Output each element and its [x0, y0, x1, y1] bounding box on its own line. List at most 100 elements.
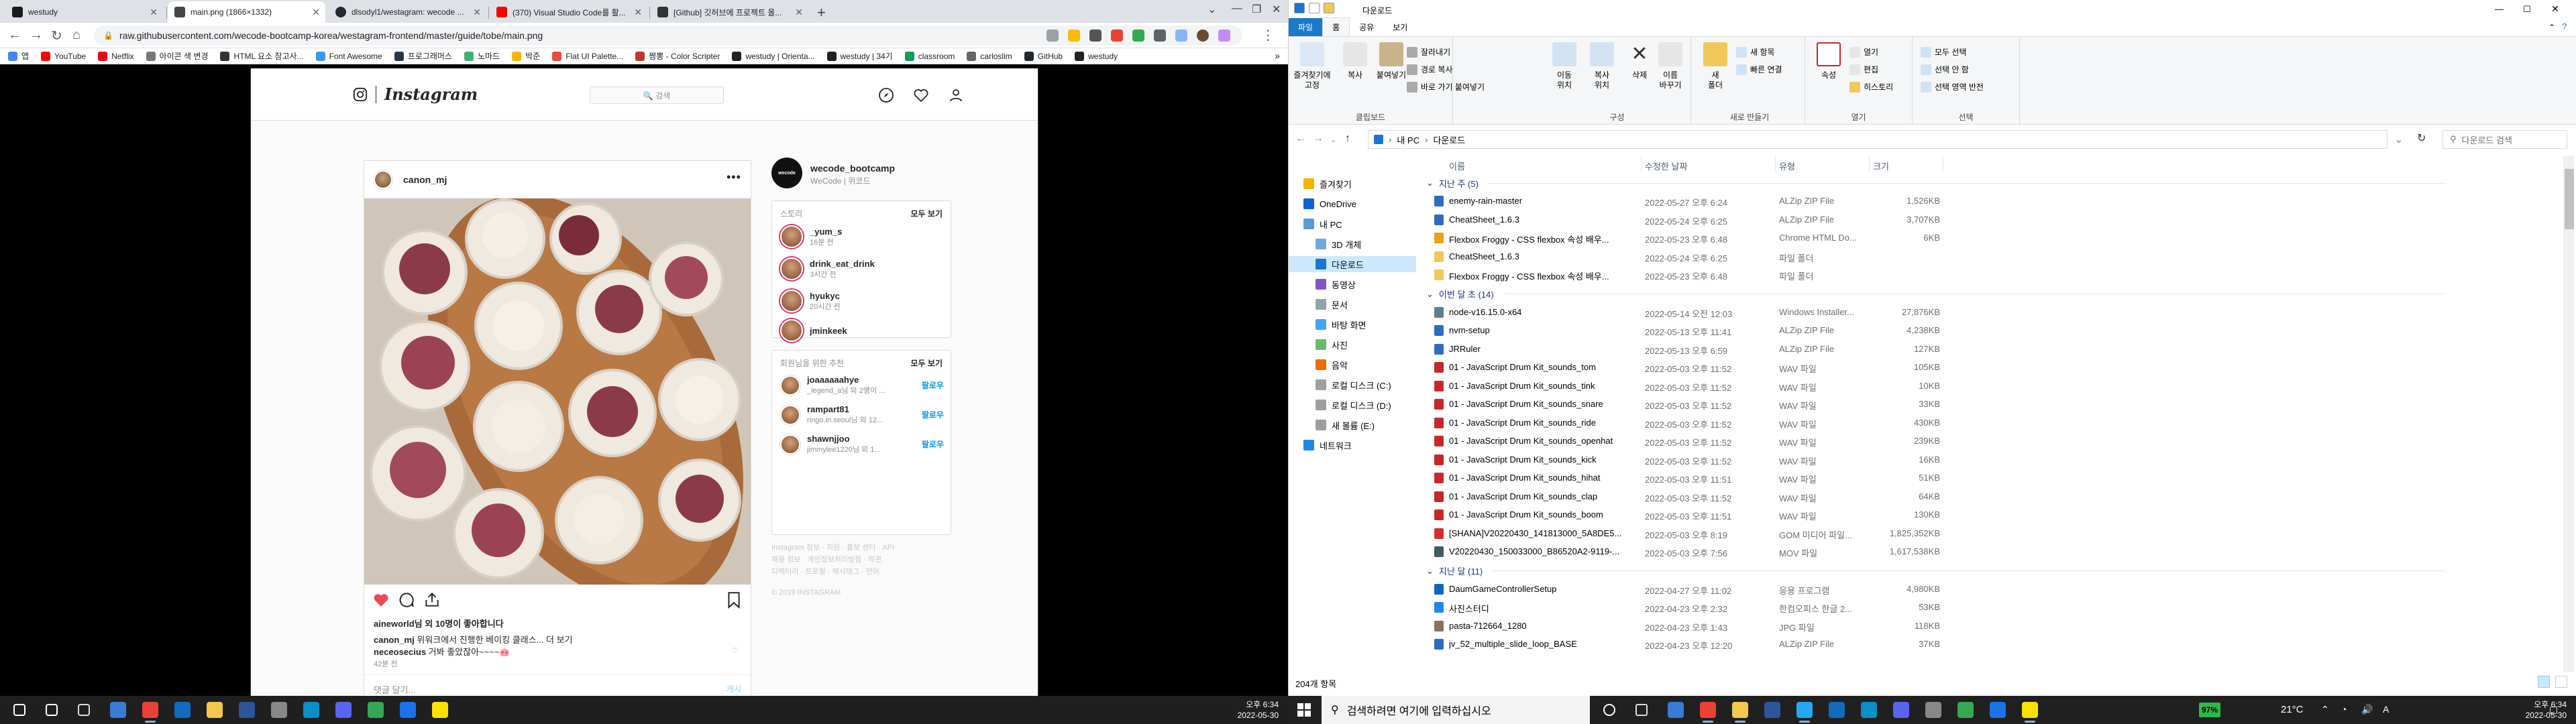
file-row[interactable]: [SHANA]V20220430_141813000_5A8DE5... 2022…	[1426, 524, 2446, 542]
explore-compass-icon[interactable]	[878, 87, 894, 103]
maps-icon[interactable]	[1990, 702, 2006, 718]
nav-item[interactable]: 3D 개체	[1289, 236, 1416, 252]
footer-line[interactable]: 채용 정보 · 개인정보처리방침 · 약관 ·	[771, 554, 939, 566]
copy-to-button[interactable]: 복사 위치	[1581, 42, 1623, 90]
nav-item[interactable]: 문서	[1289, 296, 1416, 312]
volume-icon[interactable]: 🔊	[2361, 704, 2373, 715]
browser-tab[interactable]: [Github] 깃허브에 프로젝트 올... ✕	[651, 1, 808, 23]
browser-tab[interactable]: (370) Visual Studio Code를 활... ✕	[490, 1, 647, 23]
close-window-button[interactable]: ✕	[2551, 3, 2559, 15]
bookmark-item[interactable]: 아이콘 색 변경	[146, 50, 208, 62]
home-icon[interactable]: ⌂	[72, 27, 80, 43]
nav-item[interactable]: 음악	[1289, 357, 1416, 373]
suggestion-username[interactable]: shawnjjoo	[807, 434, 915, 444]
restore-button[interactable]: ❐	[1252, 3, 1261, 16]
forward-arrow-icon[interactable]: →	[30, 27, 43, 43]
kakao-icon[interactable]	[432, 702, 448, 718]
settings-icon[interactable]	[1925, 702, 1941, 718]
forward-arrow-icon[interactable]: →	[1313, 133, 1324, 145]
column-date[interactable]: 수정한 날짜	[1645, 160, 1687, 172]
nav-item[interactable]: 바탕 화면	[1289, 316, 1416, 333]
column-divider[interactable]	[1775, 157, 1776, 172]
details-view-icon[interactable]	[2538, 676, 2550, 688]
nav-item[interactable]: 동영상	[1289, 276, 1416, 292]
bookmark-star-icon[interactable]	[1068, 29, 1080, 42]
close-tab-icon[interactable]: ✕	[473, 7, 481, 18]
column-size[interactable]: 크기	[1873, 160, 1889, 172]
more-options-icon[interactable]: •••	[727, 170, 741, 184]
chrome2-icon[interactable]	[368, 702, 384, 718]
browser-tab-active[interactable]: main.png (1866×1332) ✕	[168, 1, 325, 23]
comment-like-icon[interactable]: ♡	[732, 646, 739, 655]
back-arrow-icon[interactable]: ←	[8, 27, 21, 43]
cortana-icon[interactable]	[1603, 704, 1615, 716]
edit-button[interactable]: 편집	[1849, 64, 1878, 75]
task-view-icon[interactable]	[78, 704, 90, 716]
ig-logo[interactable]: Instagram	[353, 84, 478, 104]
chrome-icon[interactable]	[1700, 702, 1716, 723]
nav-item[interactable]: 사진	[1289, 337, 1416, 353]
extension-icon[interactable]	[1218, 29, 1230, 42]
comment-username[interactable]: neceosecius	[374, 647, 426, 657]
nav-item[interactable]: 즐겨찾기	[1289, 176, 1416, 192]
nav-item[interactable]: 다운로드	[1289, 256, 1416, 272]
breadcrumb-downloads[interactable]: 다운로드	[1433, 133, 1465, 146]
history-button[interactable]: 히스토리	[1849, 81, 1893, 93]
column-type[interactable]: 유형	[1779, 160, 1795, 172]
close-tab-icon[interactable]: ✕	[634, 7, 642, 18]
tab-file[interactable]: 파일	[1289, 18, 1323, 36]
vscode-mini-icon[interactable]	[110, 702, 126, 718]
profile-name[interactable]: wecode_bootcamp	[810, 163, 895, 174]
browser-tab[interactable]: westudy ✕	[5, 1, 163, 23]
edge-icon[interactable]	[1861, 702, 1877, 718]
post-username[interactable]: canon_mj	[403, 174, 447, 185]
up-arrow-icon[interactable]: ↑	[1345, 133, 1350, 145]
folder-icon[interactable]	[1294, 3, 1305, 13]
file-row[interactable]: DaumGameControllerSetup 2022-04-27 오후 11:…	[1426, 580, 2446, 598]
explorer-icon[interactable]	[207, 702, 223, 718]
footer-line[interactable]: Instagram 정보 · 지원 · 홍보 센터 · API ·	[771, 542, 939, 554]
likes-count[interactable]: aineworld님 외 10명이 좋아합니다	[374, 617, 504, 629]
move-to-button[interactable]: 이동 위치	[1544, 42, 1585, 90]
file-row[interactable]: node-v16.15.0-x64 2022-05-14 오전 12:03 Wind…	[1426, 303, 2446, 321]
cut-button[interactable]: 잘라내기	[1407, 46, 1450, 58]
search-icon[interactable]	[46, 704, 58, 716]
profile-avatar[interactable]	[1197, 29, 1209, 42]
file-group-header[interactable]: ⌄ 지난 주 (5)	[1426, 176, 2446, 190]
file-group-header[interactable]: ⌄ 이번 달 초 (14)	[1426, 287, 2446, 302]
like-heart-icon[interactable]	[372, 591, 390, 609]
file-row[interactable]: 01 - JavaScript Drum Kit_sounds_ride 2022…	[1426, 414, 2446, 432]
refresh-icon[interactable]: ↻	[2417, 131, 2426, 145]
file-row[interactable]: jv_52_multiple_slide_loop_BASE 2022-04-23…	[1426, 635, 2446, 653]
ig-search-input[interactable]: 🔍 검색	[590, 86, 724, 104]
browser-tab[interactable]: dlsodyl1/westagram: wecode ... ✕	[329, 1, 486, 23]
bookmark-item[interactable]: GitHub	[1024, 51, 1063, 61]
discord-icon[interactable]	[1893, 702, 1909, 718]
tab-search-icon[interactable]: ⌄	[1208, 3, 1216, 16]
file-row[interactable]: V20220430_150033000_B86520A2-9119-... 202…	[1426, 542, 2446, 560]
bookmark-item[interactable]: carloslim	[967, 51, 1012, 61]
battery-indicator[interactable]: 97%	[2199, 703, 2221, 717]
paste-shortcut-button[interactable]: 바로 가기 붙여넣기	[1407, 81, 1485, 93]
column-name[interactable]: 이름	[1449, 160, 1465, 172]
share-icon[interactable]	[423, 591, 441, 609]
sidepanel-icon[interactable]	[1175, 29, 1187, 42]
tab-home[interactable]: 홈	[1322, 17, 1350, 36]
footer-line[interactable]: 디렉터리 · 프로필 · 해시태그 · 언어	[771, 566, 939, 578]
story-item[interactable]: drink_eat_drink 3시간 전	[780, 257, 944, 280]
extension-icon[interactable]	[1111, 29, 1123, 42]
invert-selection-button[interactable]: 선택 영역 반전	[1921, 81, 1984, 93]
maps-icon[interactable]	[400, 702, 416, 718]
avatar[interactable]	[780, 404, 800, 425]
close-window-button[interactable]: ✕	[1272, 3, 1281, 16]
nav-item[interactable]: 네트워크	[1289, 437, 1416, 453]
nav-item[interactable]: OneDrive	[1289, 196, 1416, 212]
bookmark-item[interactable]: westudy	[1075, 51, 1118, 61]
tab-share[interactable]: 공유	[1350, 18, 1383, 36]
bookmark-icon[interactable]	[727, 591, 741, 609]
bookmark-item[interactable]: 프로그래머스	[394, 50, 452, 62]
file-row[interactable]: JRRuler 2022-05-13 오후 6:59 ALZip ZIP File 1…	[1426, 340, 2446, 358]
taskbar-search-input[interactable]: ⚲ 검색하려면 여기에 입력하십시오	[1322, 696, 1590, 724]
task-view-icon[interactable]	[1635, 704, 1648, 716]
new-item-button[interactable]: 새 항목	[1736, 46, 1774, 58]
